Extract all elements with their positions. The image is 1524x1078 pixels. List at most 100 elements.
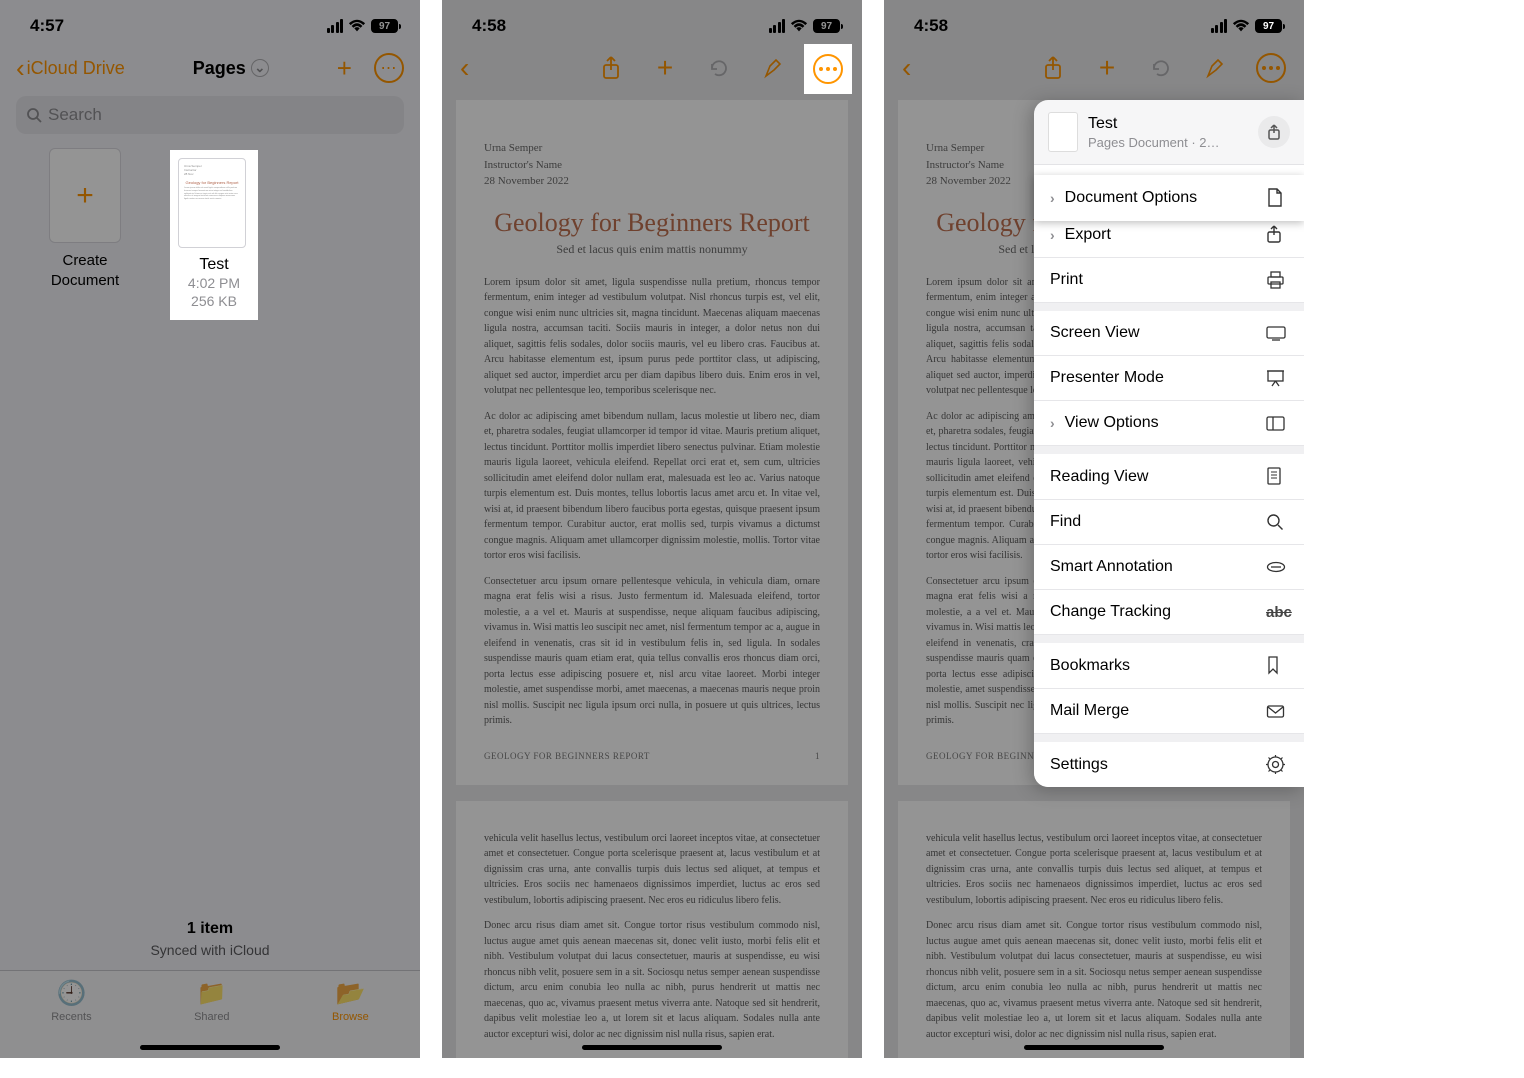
back-button[interactable]: ‹ iCloud Drive bbox=[16, 53, 125, 84]
menu-doc-subtitle: Pages Document · 2… bbox=[1088, 135, 1220, 150]
battery-icon: 97 bbox=[813, 19, 840, 33]
mail-merge-icon bbox=[1266, 704, 1288, 719]
screen-3-menu: 4:58 97 ‹ + Urna Semper Instructor's Nam… bbox=[884, 0, 1304, 1058]
export-icon bbox=[1266, 225, 1288, 244]
menu-change-tracking[interactable]: Change Tracking abc bbox=[1034, 590, 1304, 635]
document-tile-test[interactable]: Urna SemperInstructor28 Nov Geology for … bbox=[170, 150, 258, 320]
status-time: 4:58 bbox=[914, 16, 948, 36]
document-page-2[interactable]: vehicula velit hasellus lectus, vestibul… bbox=[456, 801, 848, 1059]
menu-reading-view[interactable]: Reading View bbox=[1034, 454, 1304, 500]
doc-paragraph: Lorem ipsum dolor sit amet, ligula suspe… bbox=[484, 275, 820, 399]
chevron-right-icon: › bbox=[1050, 227, 1055, 243]
menu-presenter-mode[interactable]: Presenter Mode bbox=[1034, 356, 1304, 401]
menu-find[interactable]: Find bbox=[1034, 500, 1304, 545]
battery-icon: 97 bbox=[1255, 19, 1282, 33]
annotation-icon bbox=[1266, 561, 1288, 573]
share-icon[interactable] bbox=[1040, 55, 1066, 81]
menu-print[interactable]: Print bbox=[1034, 258, 1304, 303]
doc-title: Geology for Beginners Report bbox=[484, 208, 820, 238]
page-footer-label: GEOLOGY FOR BEGINNERS REPORT bbox=[484, 751, 650, 761]
doc-instructor: Instructor's Name bbox=[484, 157, 820, 174]
clock-icon: 🕘 bbox=[56, 979, 86, 1008]
undo-icon[interactable] bbox=[1148, 55, 1174, 81]
reading-icon bbox=[1266, 467, 1288, 486]
sidebar-icon bbox=[1266, 416, 1288, 431]
presentation-icon bbox=[1266, 369, 1288, 387]
screen-icon bbox=[1266, 326, 1288, 341]
undo-icon[interactable] bbox=[706, 55, 732, 81]
document-toolbar: ‹ + bbox=[442, 44, 862, 92]
menu-view-options[interactable]: ›View Options bbox=[1034, 401, 1304, 446]
cellular-icon bbox=[327, 19, 344, 33]
menu-share-button[interactable] bbox=[1258, 116, 1290, 148]
search-icon bbox=[26, 107, 42, 123]
document-toolbar: ‹ + bbox=[884, 44, 1304, 92]
doc-paragraph: Ac dolor ac adipiscing amet bibendum nul… bbox=[484, 409, 820, 564]
menu-document-options-highlight[interactable]: ›Document Options bbox=[1034, 175, 1304, 221]
status-time: 4:58 bbox=[472, 16, 506, 36]
menu-screen-view[interactable]: Screen View bbox=[1034, 311, 1304, 356]
home-indicator[interactable] bbox=[582, 1045, 722, 1050]
menu-doc-title: Test bbox=[1088, 115, 1220, 133]
wifi-icon bbox=[790, 19, 808, 33]
menu-thumbnail bbox=[1048, 112, 1078, 152]
doc-subtitle: Sed et lacus quis enim mattis nonummy bbox=[484, 242, 820, 257]
folder-shared-icon: 📁 bbox=[197, 979, 227, 1008]
chevron-right-icon: › bbox=[1050, 190, 1055, 206]
home-indicator[interactable] bbox=[140, 1045, 280, 1050]
status-bar: 4:58 97 bbox=[884, 0, 1304, 44]
format-brush-icon[interactable] bbox=[1202, 55, 1228, 81]
wifi-icon bbox=[1232, 19, 1250, 33]
status-time: 4:57 bbox=[30, 16, 64, 36]
share-icon[interactable] bbox=[598, 55, 624, 81]
doc-paragraph: vehicula velit hasellus lectus, vestibul… bbox=[484, 831, 820, 909]
add-button[interactable]: + bbox=[337, 53, 352, 84]
more-button-highlight[interactable] bbox=[804, 44, 852, 94]
create-document-tile[interactable]: + Create Document bbox=[40, 148, 130, 290]
home-indicator[interactable] bbox=[1024, 1045, 1164, 1050]
more-button[interactable] bbox=[1256, 53, 1286, 83]
document-icon bbox=[1266, 188, 1288, 208]
back-button[interactable]: ‹ bbox=[460, 52, 469, 84]
wifi-icon bbox=[348, 19, 366, 33]
footer-status: 1 item Synced with iCloud bbox=[0, 920, 420, 958]
menu-settings[interactable]: Settings bbox=[1034, 742, 1304, 787]
screen-1-browse: 4:57 97 ‹ iCloud Drive Pages ⌄ + ⋯ Searc… bbox=[0, 0, 420, 1058]
document-thumbnail: Urna SemperInstructor28 Nov Geology for … bbox=[178, 158, 246, 248]
menu-mail-merge[interactable]: Mail Merge bbox=[1034, 689, 1304, 734]
doc-date: 28 November 2022 bbox=[484, 173, 820, 190]
screen-2-document: 4:58 97 ‹ + Urna Semper Instruc bbox=[442, 0, 862, 1058]
cellular-icon bbox=[1211, 19, 1228, 33]
page-footer-number: 1 bbox=[815, 751, 820, 761]
folder-icon: 📂 bbox=[335, 979, 365, 1008]
status-bar: 4:57 97 bbox=[0, 0, 420, 44]
add-icon[interactable]: + bbox=[1094, 55, 1120, 81]
gear-icon bbox=[1266, 755, 1288, 774]
doc-paragraph: Donec arcu risus diam amet sit. Congue t… bbox=[484, 918, 820, 1042]
document-page-1[interactable]: Urna Semper Instructor's Name 28 Novembe… bbox=[456, 100, 848, 785]
tab-browse[interactable]: 📂 Browse bbox=[332, 979, 369, 1058]
menu-header: Test Pages Document · 2… bbox=[1034, 100, 1304, 165]
menu-bookmarks[interactable]: Bookmarks bbox=[1034, 643, 1304, 689]
more-button[interactable]: ⋯ bbox=[374, 53, 404, 83]
document-time: 4:02 PM bbox=[178, 274, 250, 292]
doc-author: Urna Semper bbox=[484, 140, 820, 157]
tab-recents[interactable]: 🕘 Recents bbox=[51, 979, 91, 1058]
search-input[interactable]: Search bbox=[16, 96, 404, 134]
menu-smart-annotation[interactable]: Smart Annotation bbox=[1034, 545, 1304, 590]
doc-paragraph: Consectetuer arcu ipsum ornare pellentes… bbox=[484, 574, 820, 729]
bookmark-icon bbox=[1266, 656, 1288, 675]
plus-icon: + bbox=[49, 148, 121, 243]
chevron-right-icon: › bbox=[1050, 415, 1055, 431]
search-icon bbox=[1266, 513, 1288, 531]
folder-title-dropdown[interactable]: Pages ⌄ bbox=[193, 58, 269, 79]
back-button[interactable]: ‹ bbox=[902, 52, 911, 84]
printer-icon bbox=[1266, 271, 1288, 289]
battery-icon: 97 bbox=[371, 19, 398, 33]
add-icon[interactable]: + bbox=[652, 55, 678, 81]
strikethrough-icon: abc bbox=[1266, 604, 1288, 621]
format-brush-icon[interactable] bbox=[760, 55, 786, 81]
status-bar: 4:58 97 bbox=[442, 0, 862, 44]
cellular-icon bbox=[769, 19, 786, 33]
nav-bar: ‹ iCloud Drive Pages ⌄ + ⋯ bbox=[0, 44, 420, 92]
